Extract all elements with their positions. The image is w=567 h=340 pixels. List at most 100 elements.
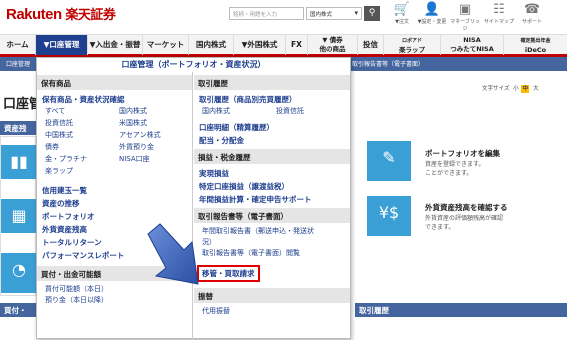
settings-label: ▼設定・変更	[417, 19, 447, 25]
holdings-us-stock[interactable]: 米国株式	[111, 117, 185, 129]
substitute-transfer-link[interactable]: 代用振替	[194, 305, 350, 316]
logo-text: Rakuten	[6, 6, 62, 23]
tax-header: 損益・税金履歴	[194, 149, 350, 164]
change-header: 振替	[194, 288, 350, 303]
logo-jp: 楽天証券	[65, 7, 116, 22]
annual-report-line1: 年間取引報告書（郵送申込・発送状	[202, 227, 314, 235]
nav-home[interactable]: ホーム	[0, 35, 36, 55]
dividend-link[interactable]: 配当・分配金	[194, 133, 350, 146]
section-history-bar: 取引履歴	[355, 303, 567, 317]
nav-fx[interactable]: FX	[286, 35, 308, 55]
nav-robo[interactable]: ロボアド 楽ラップ	[384, 35, 441, 55]
tile-pie-icon[interactable]: ◔	[1, 253, 37, 293]
foreign-desc-line2: できます。	[425, 224, 455, 231]
nav-foreign-stock[interactable]: ▼外国株式	[234, 35, 286, 55]
nav-nisa-line2: つみたてNISA	[450, 45, 494, 53]
search-button[interactable]: ⚲	[364, 6, 380, 21]
nav-deposit[interactable]: ▼入出金・振替	[88, 35, 143, 55]
menu-right-column: 取引履歴 取引履歴（商品別売買履歴） 国内株式 投資信託 口座明細（精算履歴） 配…	[194, 72, 350, 316]
account-statement-link[interactable]: 口座明細（精算履歴）	[194, 120, 350, 133]
margin-positions-link[interactable]: 信用建玉一覧	[37, 183, 192, 196]
breadcrumb-reports[interactable]: 取引報告書等（電子書面）	[352, 59, 424, 68]
menu-title[interactable]: 口座管理（ポートフォリオ・資産状況）	[37, 58, 350, 72]
sitemap-icon[interactable]: ☷ サイトマップ	[482, 2, 516, 25]
menu-left-column: 保有商品 保有商品・資産状況確認 すべて 国内株式 投資信託 米国株式 中国株式 アセ…	[37, 72, 193, 340]
portfolio-edit-desc: 資産を登録できます。 ことができます。	[425, 160, 484, 178]
nav-robo-line2: 楽ラップ	[399, 46, 425, 54]
account-dropdown-menu: 口座管理（ポートフォリオ・資産状況） 保有商品 保有商品・資産状況確認 すべて国…	[36, 57, 351, 340]
section-buying-bar: 買付・	[0, 303, 36, 317]
cart-icon[interactable]: 🛒 ▼注文	[385, 2, 419, 25]
nav-market[interactable]: マーケット	[143, 35, 189, 55]
currency-icon[interactable]: ¥$	[367, 196, 411, 236]
annual-pl-link[interactable]: 年間損益計算・確定申告サポート	[194, 192, 350, 205]
nav-nisa[interactable]: NISA つみたてNISA	[441, 35, 504, 55]
font-size-control: 文字サイズ 小 中 大	[482, 84, 539, 93]
portfolio-edit-title[interactable]: ポートフォリオを編集	[425, 148, 500, 159]
nav-ideco-line1: 確定拠出年金	[520, 38, 551, 44]
holdings-gold[interactable]: 金・プラチナ	[37, 153, 111, 165]
nav-bond-line2: 他の商品	[319, 45, 346, 53]
trade-history-link[interactable]: 取引履歴（商品別売買履歴）	[194, 92, 350, 105]
breadcrumb-account[interactable]: 口座管理	[6, 59, 30, 68]
folder-icon[interactable]: ▣ マネーブリッジ	[448, 2, 482, 32]
tile-chart-icon[interactable]: ▮▮	[1, 145, 37, 179]
specific-account-pl-link[interactable]: 特定口座損益（譲渡益税）	[194, 179, 350, 192]
annual-report-request[interactable]: 年間取引報告書（郵送申込・発送状	[194, 225, 350, 236]
support-icon[interactable]: ☎ サポート	[515, 2, 549, 25]
nav-ideco-line2: iDeCo	[524, 46, 547, 54]
holdings-nisa[interactable]: NISA口座	[111, 153, 185, 165]
rakuten-logo[interactable]: Rakuten 楽天証券	[6, 4, 116, 23]
section-assets-bar: 資産残	[0, 121, 36, 135]
history-header: 取引履歴	[194, 75, 350, 90]
nav-bond[interactable]: ▼ 債券 他の商品	[308, 35, 358, 55]
asset-trend-link[interactable]: 資産の推移	[37, 196, 192, 209]
support-label: サポート	[521, 19, 542, 25]
nav-fund[interactable]: 投信	[358, 35, 384, 55]
holdings-jp-stock[interactable]: 国内株式	[111, 105, 185, 117]
holdings-all[interactable]: すべて	[37, 105, 111, 117]
holdings-cn-stock[interactable]: 中国株式	[37, 129, 111, 141]
sitemap-label: サイトマップ	[483, 19, 514, 25]
main-nav: ホーム ▼口座管理 ▼入出金・振替 マーケット 国内株式 ▼外国株式 FX ▼ …	[0, 34, 567, 57]
nav-robo-line1: ロボアド	[401, 38, 422, 44]
left-cards: ▮▮ ▦ ◔	[0, 136, 37, 296]
holdings-asean-stock[interactable]: アセアン株式	[111, 129, 185, 141]
font-large-button[interactable]: 大	[533, 86, 539, 92]
tile-building-icon[interactable]: ▦	[1, 199, 37, 233]
history-jp-stock[interactable]: 国内株式	[194, 105, 268, 117]
annual-report-request-cont: 況）	[202, 238, 216, 246]
foreign-balance-title[interactable]: 外貨資産残高を確認する	[425, 202, 508, 213]
cart-label: ▼注文	[395, 19, 409, 25]
nav-bond-line1: ▼ 債券	[322, 36, 343, 44]
portfolio-desc-line1: 資産を登録できます。	[425, 161, 485, 168]
nav-jp-stock[interactable]: 国内株式	[189, 35, 234, 55]
history-fund[interactable]: 投資信託	[268, 105, 342, 117]
right-cards: ✎ ポートフォリオを編集 資産を登録できます。 ことができます。 ¥$ 外貨資産残…	[355, 136, 567, 296]
font-small-button[interactable]: 小	[513, 86, 519, 92]
holdings-bond[interactable]: 債券	[37, 141, 111, 153]
holdings-status-link[interactable]: 保有商品・資産状況確認	[37, 92, 192, 105]
foreign-balance-desc: 外貨資産の評価額残高が確認 できます。	[425, 214, 503, 232]
money-bridge-label: マネーブリッジ	[450, 19, 480, 32]
portfolio-edit-icon[interactable]: ✎	[367, 141, 411, 181]
annotation-arrow-icon	[147, 223, 199, 285]
deposit-after-today[interactable]: 預り金（本日以降）	[37, 294, 192, 305]
holdings-fund[interactable]: 投資信託	[37, 117, 111, 129]
search-input[interactable]: 銘柄・用語を入力	[229, 7, 304, 20]
market-select[interactable]: 国内株式	[306, 7, 362, 20]
header: Rakuten 楽天証券 銘柄・用語を入力 国内株式 ⚲ 🛒▼注文 👤▼設定・変…	[0, 0, 567, 34]
nav-account[interactable]: ▼口座管理	[36, 35, 88, 55]
gear-icon[interactable]: 👤 ▼設定・変更	[415, 2, 449, 25]
holdings-fx-deposit[interactable]: 外貨預り金	[111, 141, 185, 153]
e-reports-view[interactable]: 取引報告書等（電子書面）閲覧	[194, 247, 350, 258]
realized-pl-link[interactable]: 実現損益	[194, 166, 350, 179]
holdings-rakuwrap[interactable]: 楽ラップ	[37, 165, 111, 177]
font-mid-button[interactable]: 中	[521, 85, 530, 93]
nav-ideco[interactable]: 確定拠出年金 iDeCo	[504, 35, 567, 55]
portfolio-desc-line2: ことができます。	[425, 170, 473, 177]
font-size-label: 文字サイズ	[482, 86, 510, 92]
nav-nisa-line1: NISA	[463, 36, 481, 44]
search-icon: ⚲	[368, 8, 376, 18]
foreign-desc-line1: 外貨資産の評価額残高が確認	[425, 215, 504, 222]
